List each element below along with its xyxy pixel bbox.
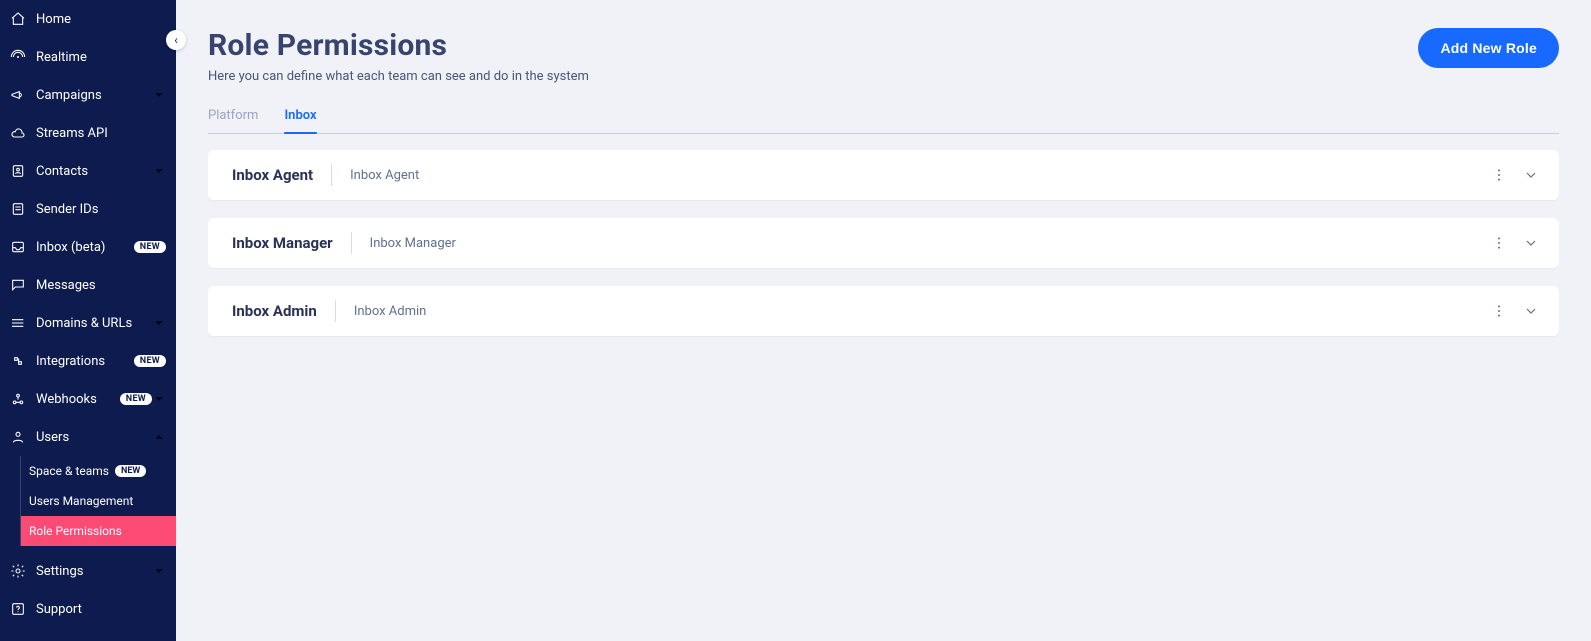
sidebar-subitem-space-teams[interactable]: Space & teams NEW [21,456,176,486]
role-actions [1491,167,1539,183]
sidebar-item-label: Home [36,12,166,27]
messages-icon [10,277,26,293]
divider [335,300,336,322]
sidebar-item-campaigns[interactable]: Campaigns [0,76,176,114]
role-actions [1491,303,1539,319]
sidebar-item-label: Sender IDs [36,202,166,217]
sidebar-nav: Home Realtime Campaigns Streams API Contacts… [0,0,176,628]
contacts-icon [10,163,26,179]
sidebar-item-label: Messages [36,278,166,293]
home-icon [10,11,26,27]
chevron-left-icon: ‹ [174,33,178,47]
sidebar-item-label: Users [36,430,152,445]
sidebar-item-webhooks[interactable]: Webhooks NEW [0,380,176,418]
sidebar-item-sender-ids[interactable]: Sender IDs [0,190,176,228]
sidebar-item-support[interactable]: Support [0,590,176,628]
page-title: Role Permissions [208,28,1418,63]
sidebar-subnav-users: Space & teams NEW Users Management Role Per… [20,456,176,546]
sidebar-item-contacts[interactable]: Contacts [0,152,176,190]
role-card-inbox-agent: Inbox Agent Inbox Agent [208,150,1559,200]
chevron-down-icon [152,564,166,578]
sidebar-item-label: Inbox (beta) [36,240,128,255]
sidebar-subitem-users-management[interactable]: Users Management [21,486,176,516]
new-badge: NEW [120,393,152,405]
divider [351,232,352,254]
role-title: Inbox Agent [232,166,313,184]
chevron-down-icon [152,88,166,102]
role-actions [1491,235,1539,251]
chevron-down-icon [152,392,166,406]
sender-icon [10,201,26,217]
page-header: Role Permissions Here you can define wha… [208,28,1559,84]
sidebar-subitem-role-permissions[interactable]: Role Permissions [21,516,176,546]
role-list: Inbox AgentInbox AgentInbox ManagerInbox… [208,150,1559,336]
inbox-icon [10,239,26,255]
kebab-icon[interactable] [1491,167,1507,183]
chevron-down-icon[interactable] [1523,303,1539,319]
domains-icon [10,315,26,331]
chevron-up-icon [152,430,166,444]
chevron-down-icon [152,316,166,330]
chevron-down-icon[interactable] [1523,167,1539,183]
sidebar-subitem-label: Users Management [29,494,133,508]
sidebar-subitem-label: Role Permissions [29,524,122,538]
add-new-role-button[interactable]: Add New Role [1418,28,1559,68]
main-content: Role Permissions Here you can define wha… [176,0,1591,641]
new-badge: NEW [115,465,146,477]
new-badge: NEW [134,241,166,253]
sidebar-item-home[interactable]: Home [0,0,176,38]
sidebar-item-label: Support [36,602,166,617]
sidebar-item-label: Campaigns [36,88,152,103]
tab-platform[interactable]: Platform [208,108,258,133]
chevron-down-icon[interactable] [1523,235,1539,251]
megaphone-icon [10,87,26,103]
webhooks-icon [10,391,26,407]
sidebar-item-messages[interactable]: Messages [0,266,176,304]
kebab-icon[interactable] [1491,303,1507,319]
sidebar-item-realtime[interactable]: Realtime [0,38,176,76]
role-description: Inbox Agent [350,168,1491,183]
sidebar-item-settings[interactable]: Settings [0,552,176,590]
role-card-inbox-manager: Inbox Manager Inbox Manager [208,218,1559,268]
kebab-icon[interactable] [1491,235,1507,251]
users-icon [10,429,26,445]
sidebar-item-streams-api[interactable]: Streams API [0,114,176,152]
role-description: Inbox Manager [370,236,1491,251]
sidebar-item-label: Streams API [36,126,166,141]
tabs: Platform Inbox [208,108,1559,134]
settings-icon [10,563,26,579]
sidebar-item-label: Settings [36,564,152,579]
sidebar-item-users[interactable]: Users [0,418,176,456]
sidebar-item-label: Realtime [36,50,166,65]
tab-inbox[interactable]: Inbox [284,108,316,133]
support-icon [10,601,26,617]
role-description: Inbox Admin [354,304,1491,319]
realtime-icon [10,49,26,65]
cloud-icon [10,125,26,141]
sidebar-collapse-button[interactable]: ‹ [166,30,186,50]
divider [331,164,332,186]
sidebar-item-label: Integrations [36,354,128,369]
sidebar-item-inbox-beta[interactable]: Inbox (beta) NEW [0,228,176,266]
chevron-down-icon [152,164,166,178]
sidebar-item-label: Contacts [36,164,152,179]
role-card-inbox-admin: Inbox Admin Inbox Admin [208,286,1559,336]
sidebar-item-domains-urls[interactable]: Domains & URLs [0,304,176,342]
sidebar-item-label: Domains & URLs [36,316,152,331]
sidebar-item-integrations[interactable]: Integrations NEW [0,342,176,380]
page-subtitle: Here you can define what each team can s… [208,69,1418,84]
role-title: Inbox Manager [232,234,333,252]
sidebar-item-label: Webhooks [36,392,114,407]
integrations-icon [10,353,26,369]
role-title: Inbox Admin [232,302,317,320]
new-badge: NEW [134,355,166,367]
sidebar-subitem-label: Space & teams [29,464,109,478]
sidebar: ‹ Home Realtime Campaigns Streams API Contac… [0,0,176,641]
